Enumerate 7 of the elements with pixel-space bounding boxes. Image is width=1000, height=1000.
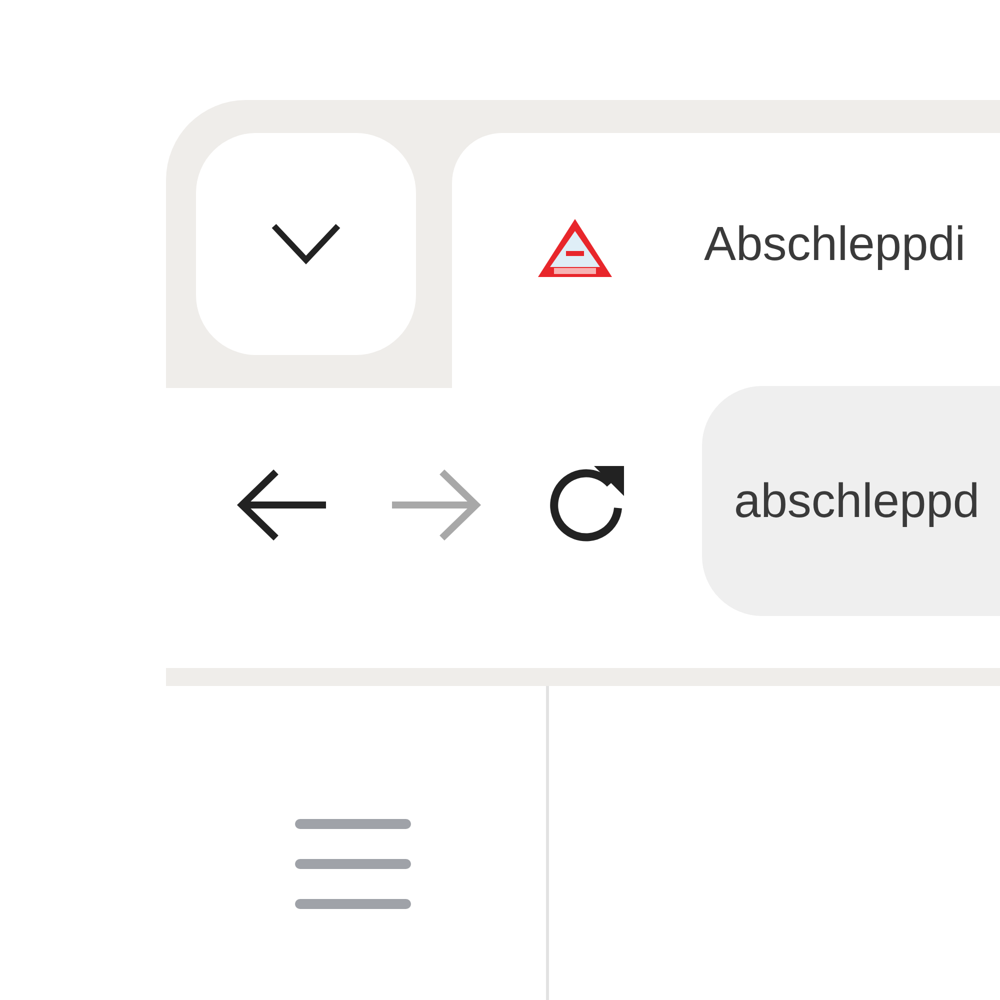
chevron-down-icon: [270, 222, 342, 266]
tab-title: Abschleppdi: [704, 217, 966, 273]
browser-tab[interactable]: Abschleppdi: [452, 133, 1000, 388]
address-bar[interactable]: abschleppd: [702, 386, 1000, 616]
menu-icon[interactable]: [294, 818, 412, 910]
warning-triangle-icon: [536, 217, 614, 279]
back-arrow-icon[interactable]: [236, 468, 328, 542]
